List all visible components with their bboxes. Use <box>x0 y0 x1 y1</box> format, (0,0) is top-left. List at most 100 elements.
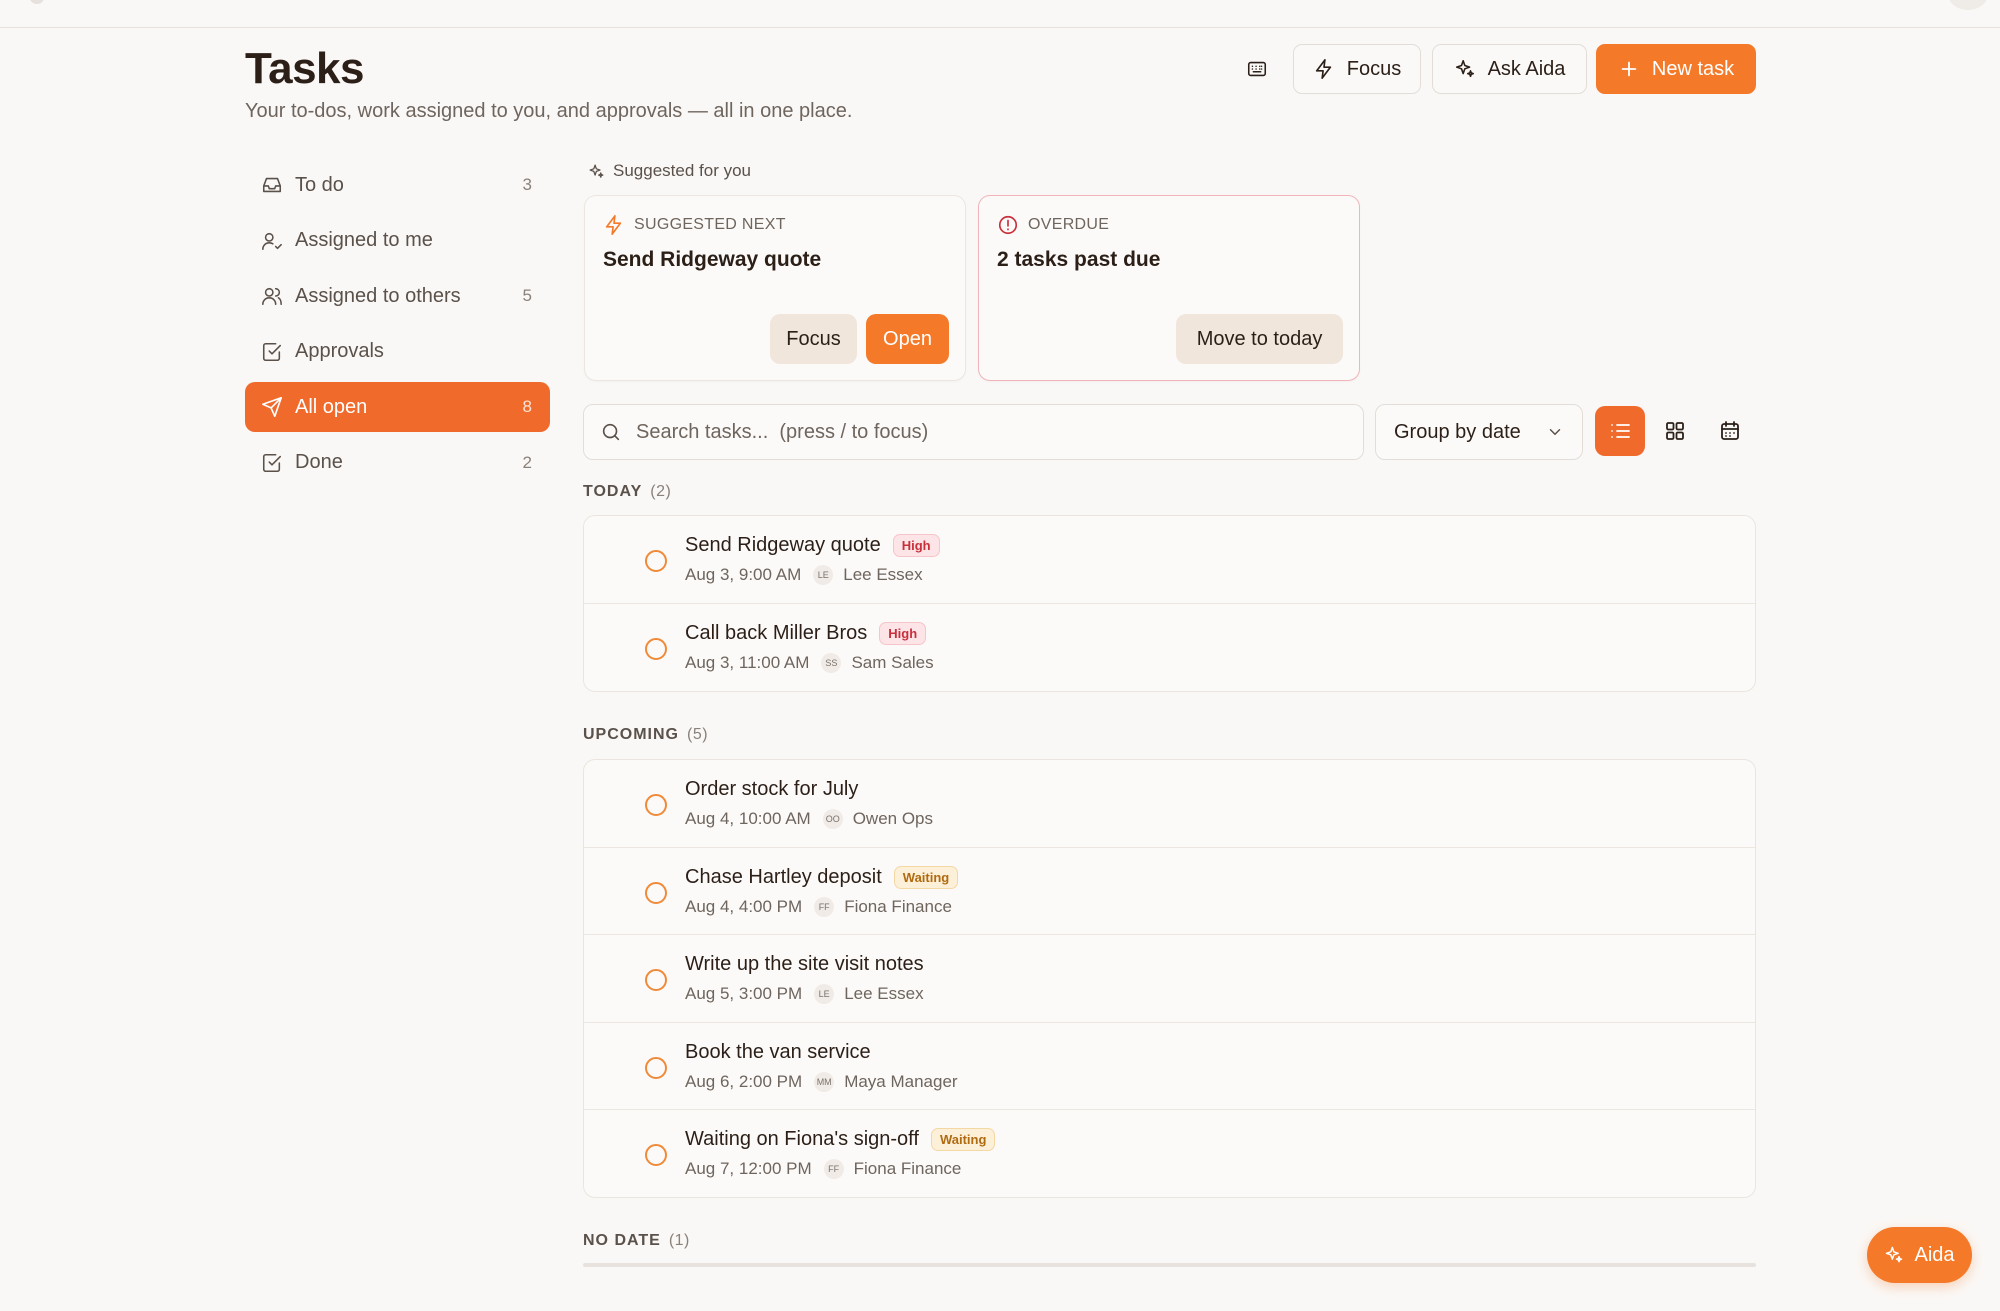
task-checkbox[interactable] <box>645 969 667 991</box>
card-kicker: OVERDUE <box>997 214 1109 236</box>
sidebar-item-approvals[interactable]: Approvals <box>245 327 550 377</box>
sidebar: To do 3 Assigned to me Assigned to other… <box>245 160 550 493</box>
list-view-button[interactable] <box>1595 406 1645 456</box>
section-title: TODAY <box>583 483 643 500</box>
task-list-no-date-edge <box>583 1263 1756 1267</box>
assignee-name: Sam Sales <box>851 652 934 672</box>
avatar: FF <box>823 1159 844 1179</box>
sidebar-item-all-open[interactable]: All open 8 <box>245 382 550 432</box>
task-title: Chase Hartley deposit Waiting <box>685 865 959 889</box>
avatar[interactable] <box>1948 0 1988 10</box>
task-meta: Aug 6, 2:00 PM MM Maya Manager <box>685 1071 958 1092</box>
task-meta: Aug 3, 11:00 AM SS Sam Sales <box>685 652 934 673</box>
overdue-card[interactable]: OVERDUE 2 tasks past due Move to today <box>978 195 1360 381</box>
task-assignee: LE Lee Essex <box>813 565 923 585</box>
grid-view-button[interactable] <box>1650 406 1700 456</box>
task-row[interactable]: Send Ridgeway quote High Aug 3, 9:00 AM … <box>584 516 1755 604</box>
task-title: Book the van service <box>685 1041 871 1064</box>
task-meta: Aug 4, 10:00 AM OO Owen Ops <box>685 809 933 829</box>
lightning-icon <box>1315 59 1332 79</box>
task-checkbox[interactable] <box>645 1056 667 1079</box>
task-checkbox[interactable] <box>645 550 667 572</box>
top-bar <box>0 0 2000 28</box>
list-icon <box>1611 424 1630 438</box>
task-assignee: OO Owen Ops <box>822 809 933 829</box>
priority-badge: High <box>892 534 940 557</box>
keyboard-shortcuts-button[interactable] <box>1234 44 1280 94</box>
task-title: Order stock for July <box>685 778 858 801</box>
task-title-text: Call back Miller Bros <box>685 621 868 644</box>
new-task-button[interactable]: New task <box>1596 44 1756 94</box>
task-checkbox[interactable] <box>645 637 667 660</box>
move-to-today-button[interactable]: Move to today <box>1176 314 1343 364</box>
card-kicker: SUGGESTED NEXT <box>603 214 786 236</box>
task-title-text: Send Ridgeway quote <box>685 534 881 556</box>
section-title: NO DATE <box>583 1232 661 1249</box>
task-checkbox[interactable] <box>645 881 667 904</box>
card-focus-button[interactable]: Focus <box>770 314 857 364</box>
sidebar-item-count: 3 <box>522 175 532 194</box>
plus-icon <box>1621 61 1637 77</box>
calendar-view-button[interactable] <box>1705 406 1755 456</box>
card-title: Send Ridgeway quote <box>603 248 822 271</box>
task-title: Call back Miller Bros High <box>685 621 927 645</box>
task-title: Send Ridgeway quote High <box>685 534 940 557</box>
lightning-icon <box>605 215 622 235</box>
sidebar-item-to-do[interactable]: To do 3 <box>245 160 550 210</box>
task-due: Aug 5, 3:00 PM <box>685 984 803 1003</box>
avatar: MM <box>814 1071 835 1092</box>
check-square-icon <box>261 341 283 363</box>
task-meta: Aug 3, 9:00 AM LE Lee Essex <box>685 565 923 585</box>
aida-fab-label: Aida <box>1914 1243 1955 1266</box>
task-meta: Aug 4, 4:00 PM FF Fiona Finance <box>685 896 952 917</box>
sidebar-item-assigned-to-me[interactable]: Assigned to me <box>245 216 550 266</box>
users-icon <box>261 285 283 307</box>
task-row[interactable]: Book the van service Aug 6, 2:00 PM MM M… <box>584 1023 1755 1110</box>
sidebar-item-assigned-to-others[interactable]: Assigned to others 5 <box>245 271 550 321</box>
task-due: Aug 6, 2:00 PM <box>685 1071 803 1091</box>
sidebar-item-label: Done <box>295 451 343 473</box>
task-checkbox[interactable] <box>645 794 667 816</box>
assignee-name: Fiona Finance <box>853 1159 962 1178</box>
task-row[interactable]: Write up the site visit notes Aug 5, 3:0… <box>584 935 1755 1023</box>
task-row[interactable]: Order stock for July Aug 4, 10:00 AM OO … <box>584 760 1755 848</box>
task-title: Write up the site visit notes <box>685 953 924 976</box>
section-title: UPCOMING <box>583 726 679 743</box>
assignee-name: Lee Essex <box>843 565 923 584</box>
task-title-text: Waiting on Fiona's sign-off <box>685 1128 919 1150</box>
search-input[interactable] <box>636 420 1363 444</box>
aida-fab-button[interactable]: Aida <box>1867 1227 1972 1283</box>
task-assignee: FF Fiona Finance <box>823 1159 962 1179</box>
task-row[interactable]: Waiting on Fiona's sign-off Waiting Aug … <box>584 1110 1755 1197</box>
task-title-text: Book the van service <box>685 1040 871 1063</box>
group-by-select[interactable]: Group by date <box>1375 404 1583 460</box>
task-due: Aug 4, 4:00 PM <box>685 896 803 916</box>
ask-aida-button[interactable]: Ask Aida <box>1432 44 1587 94</box>
calendar-icon <box>1721 421 1739 440</box>
app-logo[interactable] <box>30 0 44 4</box>
avatar: LE <box>813 565 834 585</box>
send-icon <box>261 396 283 418</box>
sidebar-item-label: Assigned to me <box>295 229 433 251</box>
alert-circle-icon <box>998 215 1018 235</box>
section-count: (1) <box>668 1232 690 1249</box>
task-row[interactable]: Chase Hartley deposit Waiting Aug 4, 4:0… <box>584 848 1755 935</box>
task-row[interactable]: Call back Miller Bros High Aug 3, 11:00 … <box>584 604 1755 692</box>
avatar: SS <box>821 652 842 673</box>
task-checkbox[interactable] <box>645 1144 667 1166</box>
search-box[interactable] <box>583 404 1364 460</box>
card-open-button[interactable]: Open <box>866 314 949 364</box>
sidebar-item-done[interactable]: Done 2 <box>245 438 550 488</box>
assignee-name: Fiona Finance <box>844 896 952 916</box>
task-assignee: SS Sam Sales <box>821 652 934 673</box>
priority-badge: High <box>879 621 927 645</box>
task-meta: Aug 5, 3:00 PM LE Lee Essex <box>685 984 924 1004</box>
sidebar-item-label: To do <box>295 173 344 196</box>
focus-button[interactable]: Focus <box>1293 44 1421 94</box>
ask-aida-label: Ask Aida <box>1487 57 1566 80</box>
assignee-name: Maya Manager <box>844 1071 958 1091</box>
task-title: Waiting on Fiona's sign-off Waiting <box>685 1128 996 1151</box>
task-due: Aug 4, 10:00 AM <box>685 809 811 828</box>
sparkle-icon <box>589 163 604 178</box>
suggested-next-card[interactable]: SUGGESTED NEXT Send Ridgeway quote Focus… <box>584 195 966 381</box>
